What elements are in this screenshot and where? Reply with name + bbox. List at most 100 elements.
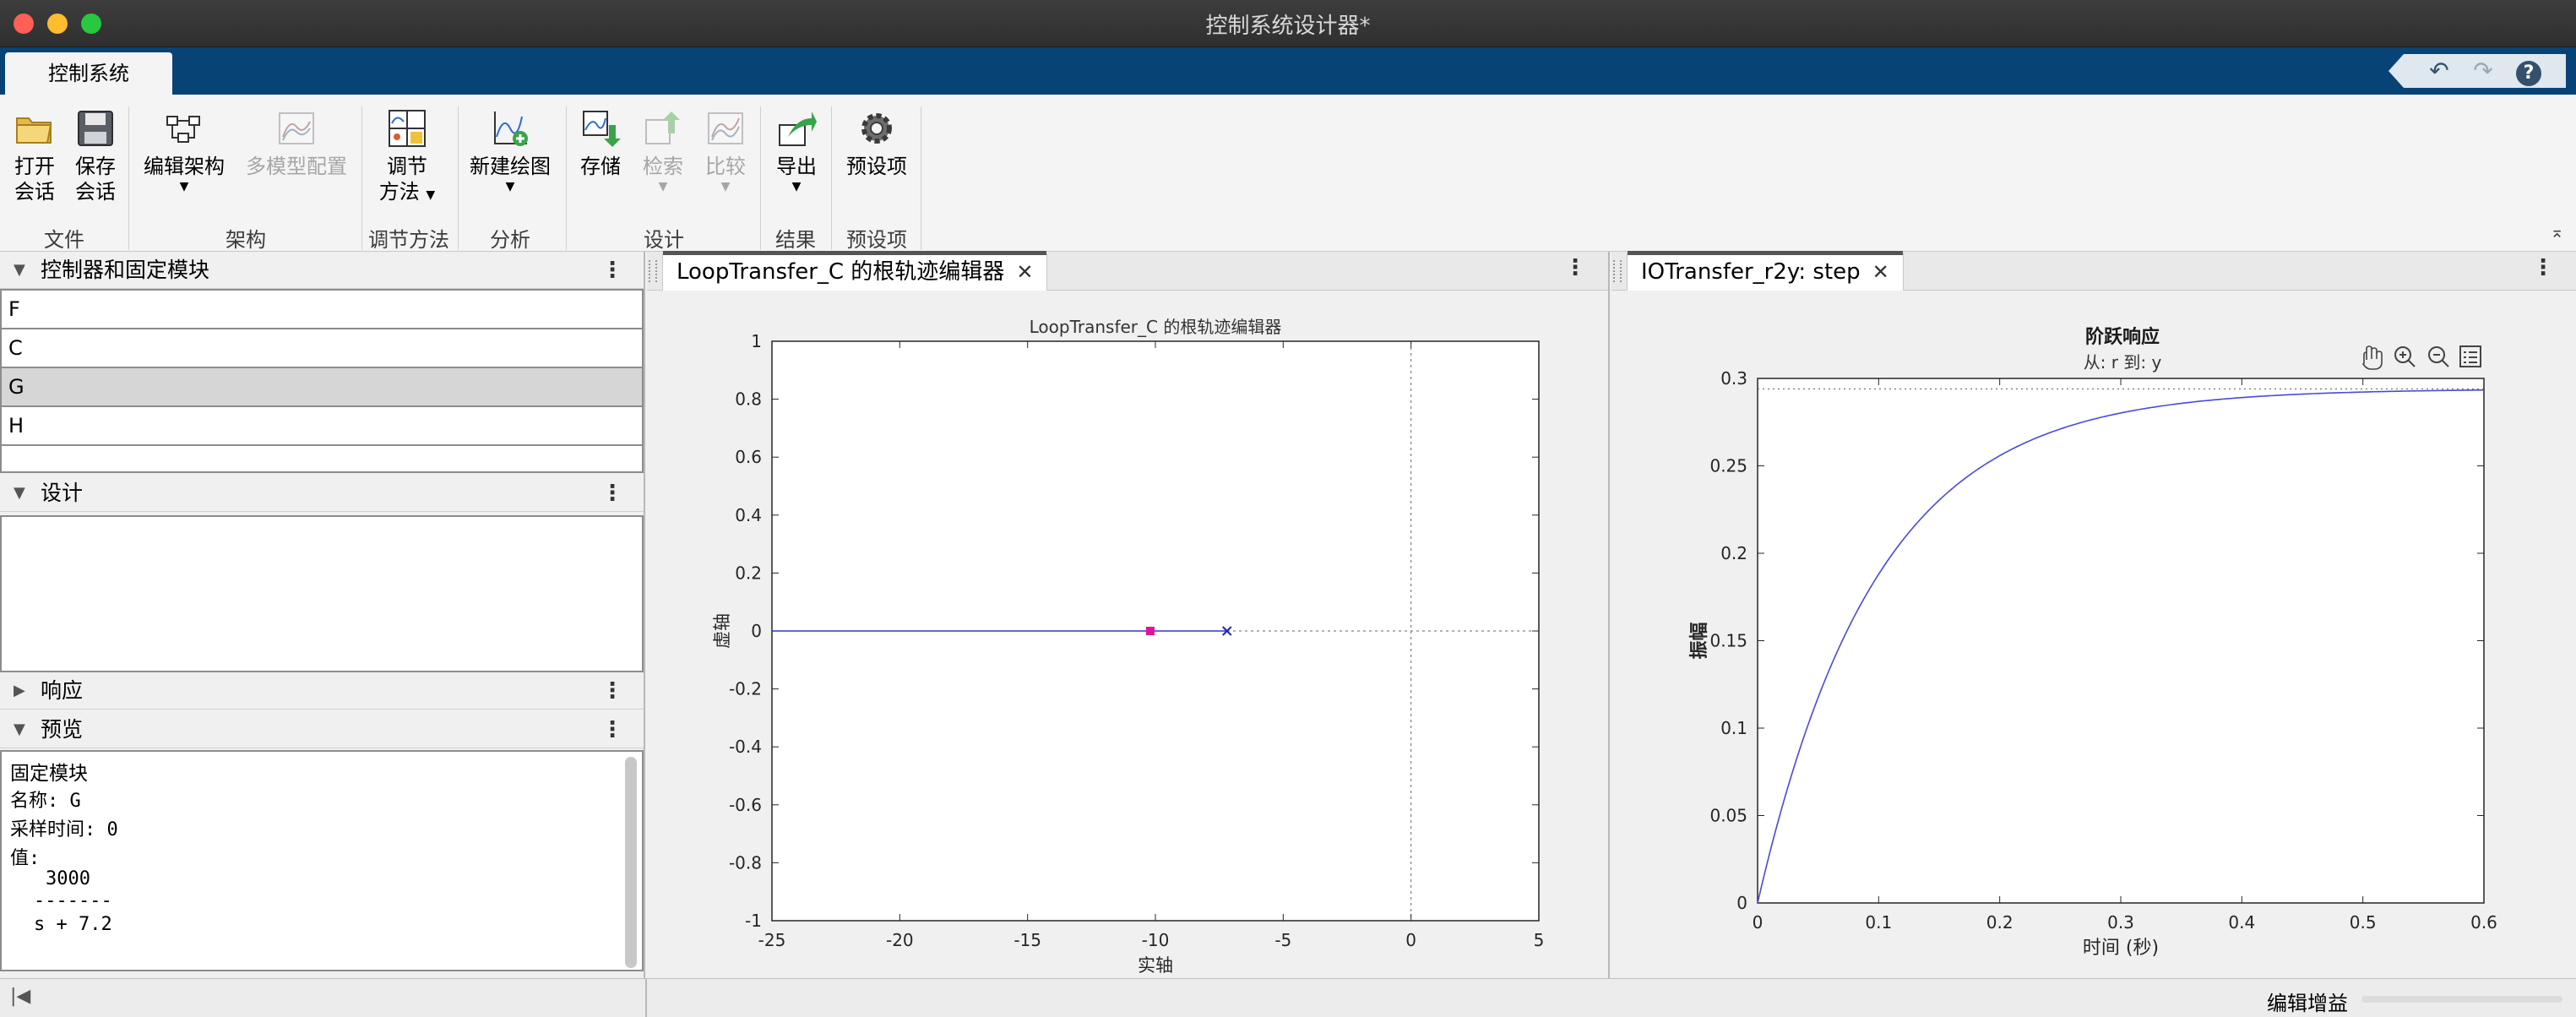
chevron-down-icon: ▼ (179, 180, 189, 193)
toolstrip-separator (760, 106, 761, 250)
preview-scrollbar[interactable] (625, 757, 637, 968)
help-button[interactable]: ? (2512, 56, 2546, 86)
chevron-down-icon: ▼ (658, 180, 668, 193)
redo-icon[interactable]: ↷ (2466, 56, 2500, 86)
x-tick-label: 5 (1534, 930, 1545, 950)
toolstrip-separator (361, 106, 362, 250)
new-plot-icon (494, 111, 528, 146)
list-item[interactable]: H (2, 407, 642, 446)
controllers-section-header[interactable]: ▼ 控制器和固定模块 ⋮ (0, 252, 644, 289)
design-list[interactable] (0, 515, 644, 672)
list-item[interactable]: F (2, 291, 642, 329)
pan-hand-icon[interactable] (2361, 345, 2383, 370)
x-tick-label: 0 (1753, 912, 1764, 933)
compare-design-button[interactable]: 比较 ▼ (698, 108, 753, 194)
status-text: 编辑增益 (2267, 992, 2348, 1015)
chevron-down-icon: ▼ (426, 188, 436, 202)
list-item-selected[interactable]: G (2, 368, 642, 407)
zoom-out-icon[interactable] (2428, 346, 2449, 367)
y-tick-label: 0.4 (735, 505, 762, 525)
tab-control-system[interactable]: 控制系统 (5, 52, 172, 95)
store-icon (583, 111, 621, 147)
active-tab-indicator (1628, 251, 1903, 255)
step-response-plot[interactable]: 阶跃响应 从: r 到: y 0 0.1 0.2 0.3 0.4 0.5 0.6 0 0.05 0.1… (1611, 292, 2574, 980)
section-menu-icon[interactable]: ⋮ (601, 475, 623, 512)
open-session-button[interactable]: 打开 会话 (10, 108, 59, 204)
preferences-button[interactable]: 预设项 (841, 108, 912, 179)
x-axis-label: 实轴 (1138, 955, 1173, 976)
toolstrip-separator (458, 106, 459, 250)
group-label-file: 文件 (44, 228, 84, 252)
toolstrip-separator (128, 106, 129, 250)
preview-heading: 固定模块 (10, 763, 88, 785)
group-label-analysis: 分析 (490, 228, 530, 252)
zoom-in-icon[interactable] (2394, 346, 2416, 367)
list-item[interactable] (2, 446, 642, 471)
y-tick-label: 0.05 (1709, 806, 1747, 826)
preview-pane: 固定模块 名称: G 采样时间: 0 值: 3000 ------- s + 7… (0, 750, 644, 971)
close-tab-icon[interactable]: ✕ (1016, 260, 1033, 284)
multi-model-config-button[interactable]: 多模型配置 (242, 108, 351, 179)
response-section-header[interactable]: ▶ 响应 ⋮ (0, 672, 644, 710)
active-tab-indicator (663, 251, 1047, 255)
y-tick-label: 0.6 (735, 447, 762, 467)
export-button[interactable]: 导出 ▼ (770, 108, 823, 194)
y-tick-label: 0.3 (1720, 368, 1747, 389)
collapse-triangle-icon: ▼ (14, 484, 25, 502)
save-label-1: 保存 (75, 155, 116, 178)
x-tick-label: 0.6 (2470, 912, 2497, 933)
step-response-axes[interactable]: 阶跃响应从: r 到: y 0 0.1 0.2 0.3 0.4 0.5 0.6 0 0.05 0.1… (1611, 292, 2574, 976)
export-icon (779, 111, 817, 146)
preview-numerator: 3000 (46, 868, 90, 889)
collapse-left-panel-icon[interactable]: |◀ (10, 986, 30, 1007)
window-title: 控制系统设计器* (1205, 14, 1371, 39)
export-label: 导出 (776, 155, 817, 178)
x-tick-label: 0.4 (2228, 912, 2255, 933)
toolstrip: 打开 会话 保存 会话 文件 编辑架构 ▼ 多模型配置 架构 调节 方法 ▼ 调… (0, 95, 2576, 252)
data-legend-icon[interactable] (2459, 345, 2481, 367)
group-label-results: 结果 (775, 228, 816, 252)
open-label-2: 会话 (14, 180, 55, 204)
block-diagram-icon (166, 116, 200, 143)
data-browser-panel: ▼ 控制器和固定模块 ⋮ F C G H ▼ 设计 ⋮ ▶ 响应 ⋮ ▼ 预览 … (0, 252, 645, 978)
open-label-1: 打开 (14, 155, 55, 178)
axes-toolbar (2361, 345, 2481, 370)
section-menu-icon[interactable]: ⋮ (601, 672, 623, 710)
x-axis-label: 时间 (秒) (2083, 938, 2159, 959)
list-item[interactable]: C (2, 329, 642, 368)
collapse-toolstrip-icon[interactable]: ⌅ (2550, 221, 2564, 242)
x-tick-label: -10 (1142, 930, 1170, 950)
new-plot-button[interactable]: 新建绘图 ▼ (466, 108, 554, 194)
document-menu-icon[interactable]: ⋮ (1564, 255, 1586, 280)
tab-step-response[interactable]: IOTransfer_r2y: step ✕ (1627, 251, 1904, 291)
save-session-button[interactable]: 保存 会话 (71, 108, 120, 204)
tab-root-locus-editor[interactable]: LoopTransfer_C 的根轨迹编辑器 ✕ (662, 251, 1048, 291)
preview-section-header[interactable]: ▼ 预览 ⋮ (0, 711, 644, 748)
edit-architecture-button[interactable]: 编辑架构 ▼ (140, 108, 228, 194)
undo-icon[interactable]: ↶ (2422, 56, 2456, 86)
close-tab-icon[interactable]: ✕ (1872, 260, 1889, 284)
chevron-down-icon: ▼ (720, 180, 731, 193)
preview-denominator: s + 7.2 (34, 914, 112, 935)
group-label-preferences: 预设项 (846, 228, 907, 252)
drag-grip-icon[interactable] (649, 260, 657, 282)
group-label-tuning: 调节方法 (368, 228, 449, 252)
design-section-header[interactable]: ▼ 设计 ⋮ (0, 475, 644, 512)
chart-title: LoopTransfer_C 的根轨迹编辑器 (1030, 317, 1282, 337)
save-disk-icon (78, 111, 113, 146)
status-divider (645, 979, 647, 1017)
retrieve-design-button[interactable]: 检索 ▼ (635, 108, 691, 194)
tuning-method-button[interactable]: 调节 方法 ▼ (372, 108, 443, 208)
section-menu-icon[interactable]: ⋮ (601, 711, 623, 748)
collapse-triangle-icon: ▼ (14, 721, 25, 738)
toolstrip-separator (566, 106, 567, 250)
y-axis-label: 振幅 (1689, 622, 1710, 659)
store-design-button[interactable]: 存储 (576, 108, 625, 179)
root-locus-plot[interactable]: LoopTransfer_C 的根轨迹编辑器 -25 -20 -15 -10 -5 0 5 -1… (647, 292, 1608, 980)
drag-grip-icon[interactable] (1613, 260, 1622, 282)
section-menu-icon[interactable]: ⋮ (601, 252, 623, 289)
folder-icon (16, 117, 52, 144)
root-locus-axes[interactable]: LoopTransfer_C 的根轨迹编辑器-25 -20 -15 -10 -5 0 5-1… (647, 292, 1608, 976)
y-tick-label: -0.8 (729, 852, 762, 873)
document-menu-icon[interactable]: ⋮ (2532, 255, 2554, 280)
